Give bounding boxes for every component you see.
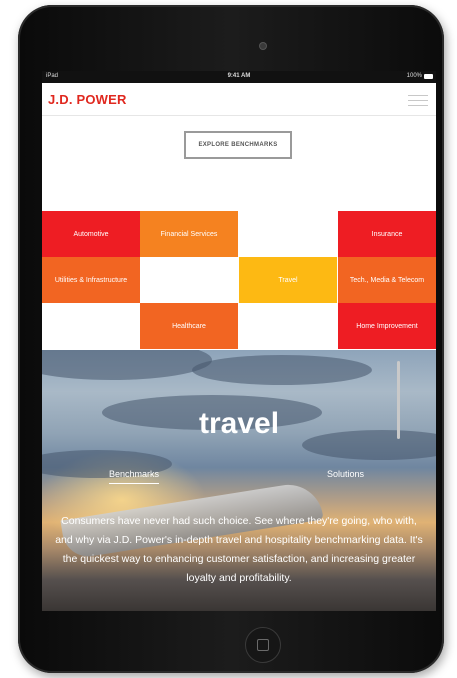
hamburger-menu-icon[interactable]: [408, 95, 428, 107]
explore-benchmarks-button[interactable]: EXPLORE BENCHMARKS: [184, 131, 292, 159]
tile-telecom[interactable]: Tech., Media & Telecom: [338, 257, 436, 303]
tile-utilities[interactable]: Utilities & Infrastructure: [42, 257, 140, 303]
tab-benchmarks[interactable]: Benchmarks: [109, 469, 160, 484]
home-button[interactable]: [245, 627, 281, 663]
hero-description: Consumers have never had such choice. Se…: [55, 515, 423, 584]
battery-icon: [424, 74, 433, 79]
tile-automotive[interactable]: Automotive: [42, 211, 140, 257]
screen: iPad 9:41 AM 100% J.D. POWER EXPLORE BEN…: [42, 71, 436, 611]
tile-travel[interactable]: Travel: [239, 257, 337, 303]
hero-title: travel: [198, 407, 280, 440]
tab-solutions[interactable]: Solutions: [327, 469, 364, 479]
tile-healthcare[interactable]: Healthcare: [140, 303, 238, 349]
home-square-icon: [257, 639, 269, 651]
page-scrollbar[interactable]: [397, 361, 400, 439]
status-battery: 100%: [406, 73, 422, 79]
jd-power-logo[interactable]: J.D. POWER: [48, 92, 127, 107]
cloud-shape: [42, 350, 212, 380]
site-header: J.D. POWER: [42, 83, 436, 116]
status-time: 9:41 AM: [227, 73, 251, 79]
travel-hero: travel Benchmarks Solutions Consumers ha…: [42, 350, 436, 611]
industry-tiles: Automotive Financial Services Insurance …: [42, 211, 436, 349]
tile-financial-services[interactable]: Financial Services: [140, 211, 238, 257]
tile-insurance[interactable]: Insurance: [338, 211, 436, 257]
camera-icon: [260, 43, 266, 49]
cloud-shape: [192, 355, 372, 385]
status-bar: iPad 9:41 AM 100%: [42, 71, 436, 83]
tile-home-improvement[interactable]: Home Improvement: [338, 303, 436, 349]
